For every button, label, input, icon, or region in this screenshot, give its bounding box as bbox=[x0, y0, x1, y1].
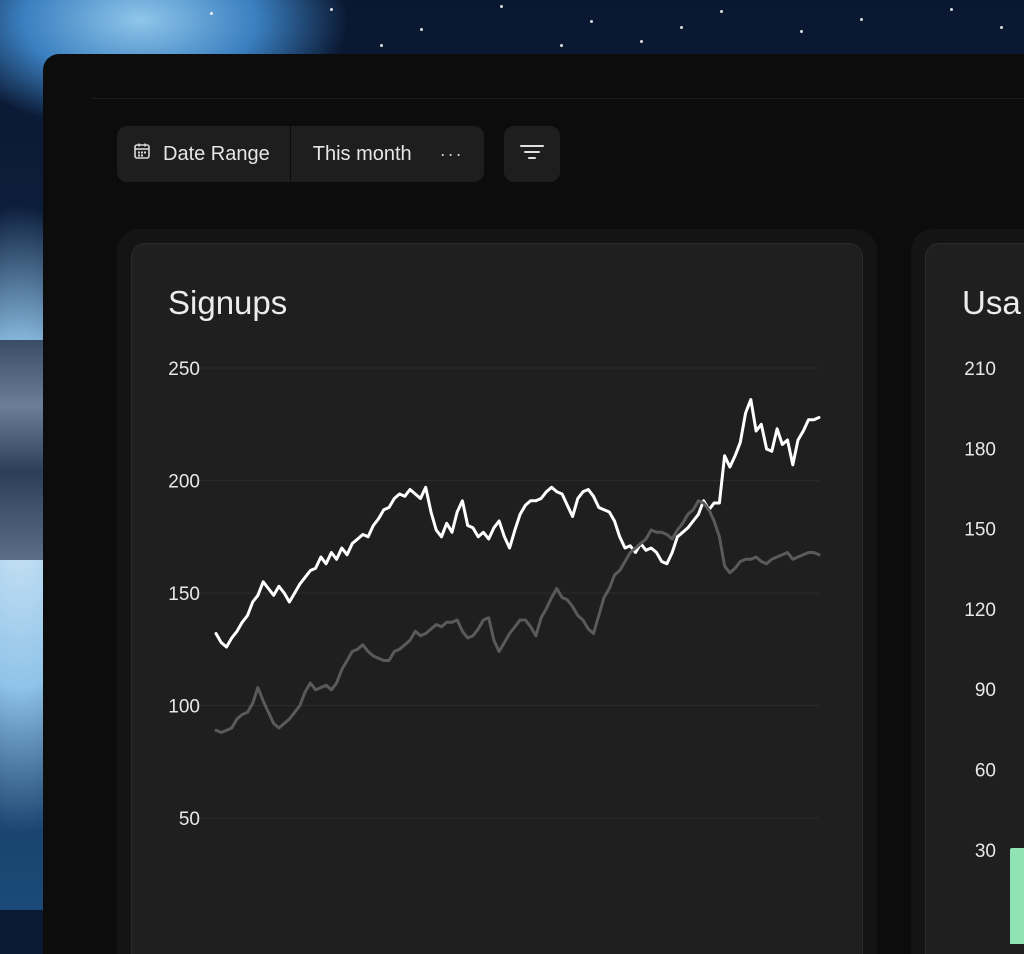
date-range-value: This month bbox=[312, 142, 412, 165]
toolbar: Date Range This month ··· bbox=[117, 126, 560, 182]
star bbox=[860, 18, 863, 21]
date-range-value-button[interactable]: This month ··· bbox=[291, 126, 484, 182]
y-tick-label: 90 bbox=[975, 680, 996, 701]
more-options-icon[interactable]: ··· bbox=[440, 144, 464, 165]
signups-card: Signups 250 200 150 100 50 bbox=[131, 243, 863, 954]
y-tick-label: 120 bbox=[964, 600, 996, 621]
usage-bar bbox=[1010, 848, 1024, 944]
star bbox=[1000, 26, 1003, 29]
star bbox=[590, 20, 593, 23]
y-tick-label: 250 bbox=[168, 359, 200, 380]
wallpaper-spacecraft bbox=[0, 340, 46, 560]
date-range-button[interactable]: Date Range bbox=[117, 126, 290, 182]
y-tick-label: 200 bbox=[168, 472, 200, 493]
signups-card-container: Signups 250 200 150 100 50 bbox=[117, 229, 877, 954]
filter-icon bbox=[519, 142, 545, 167]
star bbox=[640, 40, 643, 43]
y-tick-label: 60 bbox=[975, 761, 996, 782]
filter-button[interactable] bbox=[503, 126, 560, 182]
y-tick-label: 150 bbox=[964, 520, 996, 541]
star bbox=[680, 26, 683, 29]
star bbox=[950, 8, 953, 11]
star bbox=[330, 8, 333, 11]
series-line-primary bbox=[214, 398, 821, 649]
y-tick-label: 150 bbox=[168, 584, 200, 605]
usage-card-container: Usa 210 180 150 120 90 60 30 bbox=[911, 229, 1024, 954]
y-tick-label: 50 bbox=[179, 809, 200, 830]
y-tick-label: 180 bbox=[964, 439, 996, 460]
date-range-label: Date Range bbox=[163, 142, 270, 165]
star bbox=[500, 5, 503, 8]
y-tick-label: 30 bbox=[975, 841, 996, 862]
usage-card: Usa 210 180 150 120 90 60 30 bbox=[925, 243, 1024, 954]
calendar-icon bbox=[133, 142, 151, 166]
star bbox=[420, 28, 423, 31]
header-divider bbox=[91, 98, 1024, 99]
y-tick-label: 100 bbox=[168, 697, 200, 718]
star bbox=[800, 30, 803, 33]
signups-line-chart: 250 200 150 100 50 bbox=[168, 359, 821, 830]
y-tick-label: 210 bbox=[964, 359, 996, 380]
series-line-secondary bbox=[214, 499, 821, 734]
date-range-control: Date Range This month ··· bbox=[117, 126, 484, 182]
star bbox=[210, 12, 213, 15]
star bbox=[560, 44, 563, 47]
star bbox=[380, 44, 383, 47]
star bbox=[720, 10, 723, 13]
dashboard-window: Date Range This month ··· Signups 250 200… bbox=[43, 54, 1024, 954]
usage-bar-chart: 210 180 150 120 90 60 30 bbox=[964, 359, 1024, 944]
